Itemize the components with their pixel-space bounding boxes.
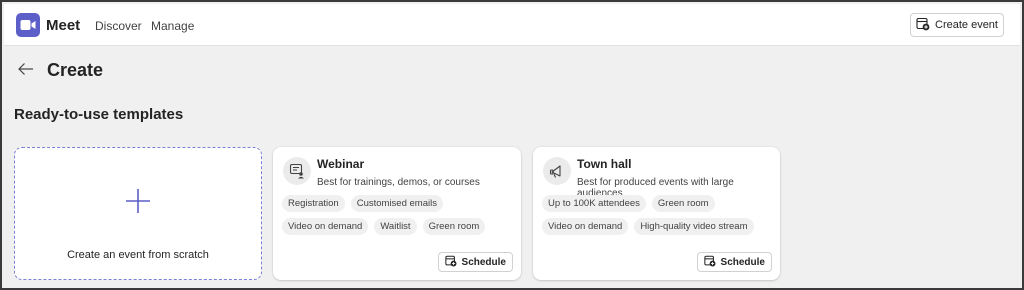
feature-tag: Customised emails: [350, 195, 443, 212]
nav-item-manage[interactable]: Manage: [151, 19, 194, 33]
card-title: Town hall: [577, 157, 632, 171]
video-camera-icon: [16, 13, 40, 37]
feature-tag: Video on demand: [542, 218, 629, 235]
scratch-label: Create an event from scratch: [67, 249, 209, 261]
top-bar: Meet Discover Manage Create event: [4, 4, 1020, 46]
schedule-label: Schedule: [720, 256, 765, 268]
calendar-add-icon: [444, 255, 457, 270]
plus-icon: [125, 188, 151, 214]
feature-tag: Waitlist: [374, 218, 417, 235]
schedule-label: Schedule: [461, 256, 506, 268]
card-title: Webinar: [317, 157, 365, 171]
arrow-left-icon[interactable]: [17, 62, 35, 76]
card-description: Best for trainings, demos, or courses: [317, 177, 480, 188]
page-title: Create: [47, 60, 104, 80]
webinar-template-card[interactable]: Webinar Best for trainings, demos, or co…: [273, 147, 521, 280]
megaphone-icon: [543, 157, 571, 185]
app-name: Meet: [46, 17, 81, 34]
town-hall-template-card[interactable]: Town hall Best for produced events with …: [533, 147, 780, 280]
schedule-button[interactable]: Schedule: [437, 252, 513, 272]
section-title: Ready-to-use templates: [14, 106, 184, 123]
nav-item-discover[interactable]: Discover: [95, 19, 142, 33]
create-from-scratch-card[interactable]: Create an event from scratch: [14, 147, 262, 280]
feature-tag: Green room: [422, 218, 486, 235]
feature-tags: Up to 100K attendees Green room Video on…: [542, 195, 772, 235]
create-event-button[interactable]: Create event: [910, 13, 1004, 37]
feature-tags: Registration Customised emails Video on …: [282, 195, 513, 235]
schedule-button[interactable]: Schedule: [696, 252, 772, 272]
feature-tag: Green room: [651, 195, 715, 212]
calendar-add-icon: [703, 255, 716, 270]
feature-tag: Video on demand: [282, 218, 369, 235]
app-window: Meet Discover Manage Create event Create…: [0, 0, 1024, 290]
create-event-label: Create event: [935, 19, 998, 31]
calendar-add-icon: [916, 17, 930, 34]
feature-tag: High-quality video stream: [634, 218, 754, 235]
feature-tag: Up to 100K attendees: [542, 195, 646, 212]
feature-tag: Registration: [282, 195, 345, 212]
presenter-icon: [283, 157, 311, 185]
